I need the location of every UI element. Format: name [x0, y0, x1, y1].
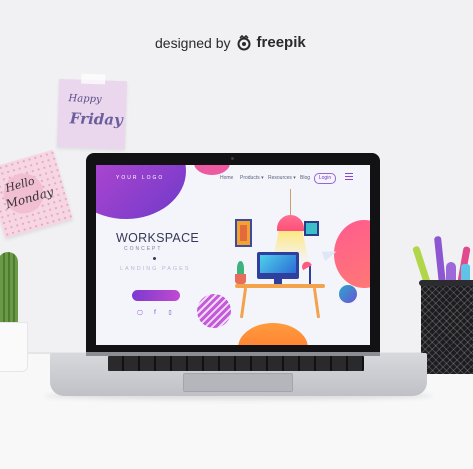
hero-subtitle: CONCEPT: [124, 246, 163, 252]
cactus-plant: [0, 252, 18, 326]
hero-cta-button[interactable]: [132, 290, 180, 301]
nav-link-products[interactable]: Products ▾: [240, 175, 264, 181]
instagram-icon[interactable]: ▢: [136, 309, 144, 317]
nav-link-resources[interactable]: Resources ▾: [268, 175, 296, 181]
pendant-lamp-icon: [277, 215, 304, 231]
nav-link-home[interactable]: Home: [220, 175, 233, 181]
monitor-icon: [257, 252, 299, 279]
webcam: [231, 157, 234, 160]
illustration-desk-leg-right: [312, 287, 321, 319]
workspace-scene: designed by freepik Happy Friday Hello M…: [0, 0, 473, 469]
site-logo[interactable]: YOUR LOGO: [116, 175, 164, 181]
mobile-icon[interactable]: ▯: [166, 309, 174, 317]
pen-holder: [421, 282, 473, 374]
hero-tagline: LANDING PAGES: [120, 266, 191, 272]
desk-lamp-arm: [309, 266, 311, 284]
decor-blue-dot: [339, 285, 357, 303]
hero-divider-dot: [153, 257, 156, 260]
credit-prefix: designed by: [155, 34, 231, 51]
designer-credit: designed by freepik: [155, 34, 306, 51]
small-frame-icon: [304, 221, 319, 236]
note-text-happy: Happy: [68, 93, 102, 106]
nav-link-blog[interactable]: Blog: [300, 175, 310, 181]
laptop-screen: YOUR LOGO Home Products ▾ Resources ▾ Bl…: [86, 153, 380, 355]
decor-blob-pink-right: [334, 220, 370, 288]
hero-title: WORKSPACE: [116, 231, 200, 245]
login-button[interactable]: Login: [314, 173, 336, 184]
sticky-note-happy-friday: Happy Friday: [56, 73, 128, 150]
credit-brand: freepik: [256, 34, 306, 51]
facebook-icon[interactable]: f: [151, 309, 159, 317]
laptop-keyboard: [108, 356, 364, 371]
desk-plant-pot: [235, 274, 246, 284]
tape: [81, 73, 106, 85]
pen-holder-rim: [419, 280, 473, 286]
sticky-note-hello-monday: Hello Monday: [0, 149, 73, 239]
hamburger-menu-icon[interactable]: [345, 173, 353, 181]
laptop-trackpad: [183, 373, 293, 392]
plant-pot: [0, 322, 28, 372]
decor-blob-orange: [238, 323, 308, 345]
illustration-desk-leg-left: [239, 287, 248, 319]
desk-plant-leaf: [237, 261, 244, 275]
illustration-desk-top: [235, 284, 325, 288]
freepik-logo-icon: [237, 34, 251, 50]
decor-striped-circle: [197, 294, 231, 328]
website-display: YOUR LOGO Home Products ▾ Resources ▾ Bl…: [96, 165, 370, 345]
picture-frame-icon: [235, 219, 252, 247]
pendant-lamp-cord: [290, 189, 291, 215]
note-text-friday: Friday: [69, 109, 124, 130]
site-navbar: YOUR LOGO Home Products ▾ Resources ▾ Bl…: [96, 165, 370, 189]
